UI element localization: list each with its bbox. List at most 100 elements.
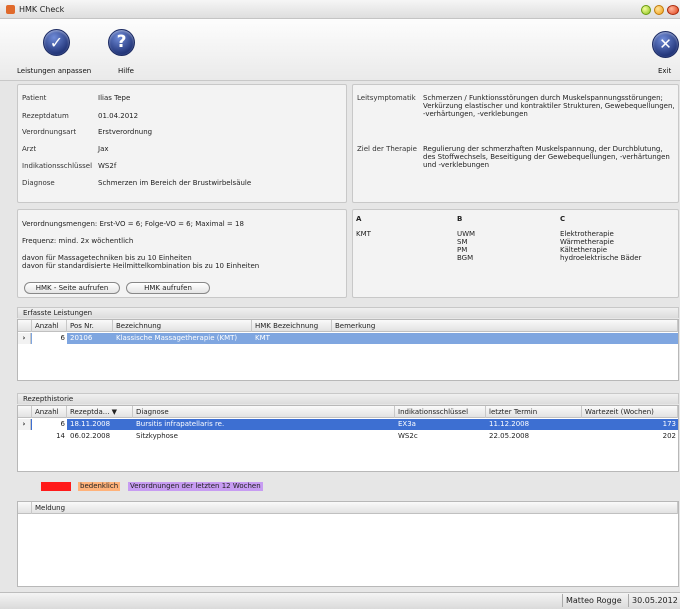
status-separator bbox=[628, 594, 629, 607]
group-a-item: KMT bbox=[356, 230, 371, 238]
lead-symptom-line: Verkürzung elastischer und kontraktiler … bbox=[423, 102, 675, 110]
group-b-item: SM bbox=[457, 238, 468, 246]
waiting-time-cell: 202 bbox=[662, 432, 676, 440]
pos-nr-cell: 20106 bbox=[70, 334, 93, 342]
row-marker-header bbox=[18, 502, 32, 514]
group-b-header: B bbox=[457, 215, 463, 223]
col-hmk-description[interactable]: HMK Bezeichnung bbox=[252, 320, 332, 332]
hmk-description-cell: KMT bbox=[255, 334, 270, 342]
therapy-goal-label: Ziel der Therapie bbox=[357, 145, 417, 153]
services-section-title: Erfasste Leistungen bbox=[17, 307, 679, 318]
messages-grid-header: Meldung bbox=[18, 502, 678, 514]
col-quantity[interactable]: Anzahl bbox=[32, 406, 67, 418]
help-button[interactable]: Hilfe bbox=[118, 67, 134, 75]
group-b-item: BGM bbox=[457, 254, 474, 262]
date-cell: 06.02.2008 bbox=[70, 432, 111, 440]
patient-label: Patient bbox=[22, 94, 47, 102]
toolbar bbox=[0, 19, 680, 81]
waiting-time-cell: 173 bbox=[662, 420, 676, 428]
prescription-date-value: 01.04.2012 bbox=[98, 112, 139, 120]
group-c-item: Wärmetherapie bbox=[560, 238, 614, 246]
table-row[interactable] bbox=[18, 419, 678, 430]
services-grid-header: Anzahl Pos Nr. Bezeichnung HMK Bezeichnu… bbox=[18, 320, 678, 332]
patient-value: Ilias Tepe bbox=[98, 94, 131, 102]
therapy-goal-line: des Stoffwechsels, Beseitigung der Geweb… bbox=[423, 153, 670, 161]
lead-symptom-label: Leitsymptomatik bbox=[357, 94, 416, 102]
group-c-item: Elektrotherapie bbox=[560, 230, 614, 238]
last-appointment-cell: 11.12.2008 bbox=[489, 420, 530, 428]
col-indication-key[interactable]: Indikationsschlüssel bbox=[395, 406, 486, 418]
legend-critical: kritisch bbox=[41, 482, 71, 491]
col-description[interactable]: Bezeichnung bbox=[113, 320, 252, 332]
col-quantity[interactable]: Anzahl bbox=[32, 320, 67, 332]
last-appointment-cell: 22.05.2008 bbox=[489, 432, 530, 440]
indication-key-value: WS2f bbox=[98, 162, 117, 170]
date-cell: 18.11.2008 bbox=[70, 420, 111, 428]
lead-symptom-line: -verhärtungen, -verklebungen bbox=[423, 110, 528, 118]
services-grid: Anzahl Pos Nr. Bezeichnung HMK Bezeichnu… bbox=[17, 319, 679, 381]
col-prescription-date[interactable]: Rezeptda... ▼ bbox=[67, 406, 133, 418]
exit-button[interactable]: Exit bbox=[658, 67, 671, 75]
history-grid: Anzahl Rezeptda... ▼ Diagnose Indikation… bbox=[17, 405, 679, 472]
exit-icon[interactable]: ✕ bbox=[652, 31, 679, 58]
col-message[interactable]: Meldung bbox=[32, 502, 678, 514]
prescription-type-value: Erstverordnung bbox=[98, 128, 153, 136]
diagnosis-cell: Sitzkyphose bbox=[136, 432, 178, 440]
col-last-appointment[interactable]: letzter Termin bbox=[486, 406, 582, 418]
history-section-title: Rezepthistorie bbox=[17, 393, 679, 404]
window-title: HMK Check bbox=[19, 5, 65, 14]
group-a-header: A bbox=[356, 215, 362, 223]
hmk-page-button[interactable]: HMK - Seite aufrufen bbox=[24, 282, 120, 294]
app-icon bbox=[6, 5, 15, 14]
col-remark[interactable]: Bemerkung bbox=[332, 320, 678, 332]
combination-units-line: davon für standardisierte Heilmittelkomb… bbox=[22, 262, 260, 270]
check-icon[interactable]: ✓ bbox=[43, 29, 70, 56]
status-date: 30.05.2012 bbox=[632, 596, 678, 605]
quantity-cell[interactable]: 6 bbox=[32, 333, 67, 344]
doctor-label: Arzt bbox=[22, 145, 37, 153]
maximize-button[interactable] bbox=[654, 5, 664, 15]
row-marker-header bbox=[18, 320, 32, 332]
diagnosis-cell: Bursitis infrapatellaris re. bbox=[136, 420, 225, 428]
row-indicator: › bbox=[18, 419, 31, 430]
diagnosis-value: Schmerzen im Bereich der Brustwirbelsäul… bbox=[98, 179, 252, 187]
prescription-type-label: Verordnungsart bbox=[22, 128, 77, 136]
window-close-button[interactable] bbox=[667, 5, 679, 15]
hmk-open-button[interactable]: HMK aufrufen bbox=[126, 282, 210, 294]
doctor-value: Jax bbox=[98, 145, 109, 153]
group-c-item: hydroelektrische Bäder bbox=[560, 254, 642, 262]
quantity-cell[interactable]: 6 bbox=[32, 419, 67, 430]
indication-key-label: Indikationsschlüssel bbox=[22, 162, 93, 170]
col-waiting-time[interactable]: Wartezeit (Wochen) bbox=[582, 406, 678, 418]
indication-cell: EX3a bbox=[398, 420, 416, 428]
group-c-item: Kältetherapie bbox=[560, 246, 608, 254]
legend-recent: Verordnungen der letzten 12 Wochen bbox=[128, 482, 263, 491]
therapy-goal-line: und -verklebungen bbox=[423, 161, 490, 169]
status-user: Matteo Rogge bbox=[566, 596, 622, 605]
group-b-item: UWM bbox=[457, 230, 476, 238]
adjust-services-button[interactable]: Leistungen anpassen bbox=[17, 67, 91, 75]
quantities-line: Verordnungsmengen: Erst-VO = 6; Folge-VO… bbox=[22, 220, 244, 228]
status-separator bbox=[562, 594, 563, 607]
remark-cell bbox=[332, 333, 335, 344]
col-pos-nr[interactable]: Pos Nr. bbox=[67, 320, 113, 332]
quantity-cell: 14 bbox=[56, 432, 65, 440]
history-grid-header: Anzahl Rezeptda... ▼ Diagnose Indikation… bbox=[18, 406, 678, 418]
therapy-goal-line: Regulierung der schmerzhaften Muskelspan… bbox=[423, 145, 663, 153]
lead-symptom-line: Schmerzen / Funktionsstörungen durch Mus… bbox=[423, 94, 663, 102]
frequency-line: Frequenz: mind. 2x wöchentlich bbox=[22, 237, 134, 245]
title-bar bbox=[0, 0, 680, 19]
legend-warning: bedenklich bbox=[78, 482, 121, 491]
col-diagnosis[interactable]: Diagnose bbox=[133, 406, 395, 418]
diagnosis-label: Diagnose bbox=[22, 179, 55, 187]
minimize-button[interactable] bbox=[641, 5, 651, 15]
help-icon[interactable]: ? bbox=[108, 29, 135, 56]
messages-grid: Meldung bbox=[17, 501, 679, 587]
group-b-item: PM bbox=[457, 246, 468, 254]
row-marker-header bbox=[18, 406, 32, 418]
indication-cell: WS2c bbox=[398, 432, 418, 440]
row-indicator: › bbox=[18, 333, 31, 344]
group-c-header: C bbox=[560, 215, 566, 223]
prescription-date-label: Rezeptdatum bbox=[22, 112, 69, 120]
description-cell: Klassische Massagetherapie (KMT) bbox=[116, 334, 238, 342]
